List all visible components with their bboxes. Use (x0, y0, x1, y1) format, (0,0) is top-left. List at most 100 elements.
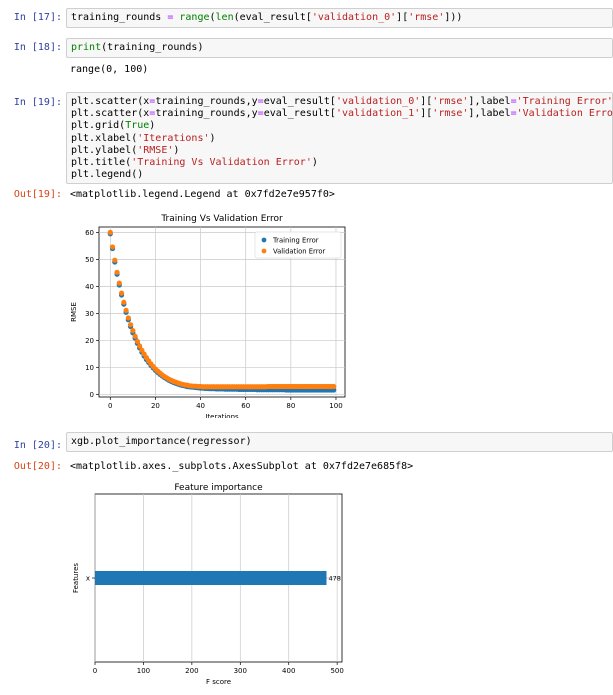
cell-17-input[interactable]: training_rounds = range(len(eval_result[… (66, 8, 613, 28)
x-tick-label: 500 (330, 667, 343, 675)
scatter-point-validation (331, 383, 337, 390)
x-tick-label: 200 (185, 667, 198, 675)
code-token: 'rmse' (432, 108, 469, 120)
code-token: ],label (468, 108, 511, 120)
scatter-chart: 0 20 40 60 80 100 0 10 20 30 40 50 60 Training Vs Val… (70, 214, 346, 418)
scatter-point-validation (107, 229, 113, 235)
code-line: training_rounds = range(len(eval_result[… (71, 12, 608, 24)
chart-title: Feature importance (174, 483, 263, 493)
cell-19-code: plt.scatter(x=training_rounds,y=eval_res… (71, 96, 613, 181)
code-token: (training_rounds) (101, 42, 204, 53)
legend-marker (261, 248, 267, 254)
code-token: ],label (468, 96, 511, 107)
cell-20-out-prompt: Out[20]: (13, 461, 62, 472)
scatter-point-validation (121, 299, 127, 305)
code-line: plt.grid(True) (71, 120, 608, 132)
y-tick-label: 60 (85, 229, 94, 237)
y-tick-label: 10 (85, 364, 94, 372)
code-token: ) (173, 144, 180, 156)
scatter-point-validation (116, 280, 122, 286)
cell-19-output: <matplotlib.legend.Legend at 0x7fd2e7e95… (70, 189, 335, 200)
code-token: training_rounds,y (155, 96, 258, 107)
code-token: plt.xlabel( (71, 132, 138, 144)
code-token: range (179, 12, 210, 23)
cell-19-prompt: In [19]: (13, 97, 62, 108)
x-tick-label: 60 (241, 402, 250, 410)
x-axis-label: F score (206, 678, 231, 686)
scatter-point-validation (118, 290, 125, 296)
code-token: plt.title( (71, 157, 132, 169)
y-tick-label: 40 (85, 283, 94, 291)
code-token: plt.ylabel( (71, 144, 138, 156)
scatter-point-validation (123, 307, 129, 313)
x-tick-label: 40 (196, 402, 205, 410)
cell-18-prompt: In [18]: (13, 42, 62, 53)
x-tick-label: 300 (234, 667, 247, 675)
code-line: plt.scatter(x=training_rounds,y=eval_res… (71, 108, 613, 120)
x-tick-label: 80 (286, 402, 295, 410)
code-token: 'Training Error' (516, 96, 613, 107)
code-token: xgb.plot_importance(regressor) (71, 436, 252, 447)
y-tick-label: x (86, 575, 90, 583)
code-token: 'rmse' (408, 12, 445, 23)
cell-19-input[interactable]: plt.scatter(x=training_rounds,y=eval_res… (66, 92, 613, 184)
code-token: 'validation_1' (335, 108, 421, 120)
scatter-point-validation (132, 333, 138, 339)
scatter-point-validation (112, 257, 118, 263)
code-line: plt.xlabel('Iterations') (71, 133, 608, 145)
scatter-point-validation (109, 244, 116, 250)
code-token: ][ (420, 96, 433, 107)
y-tick-label: 50 (85, 256, 94, 264)
code-token: 'Training Vs Validation Error' (131, 157, 312, 169)
code-line: print(training_rounds) (71, 42, 608, 54)
cell-18-input[interactable]: print(training_rounds) (66, 38, 613, 58)
code-token: len (215, 12, 234, 23)
cell-18-output: range(0, 100) (70, 64, 149, 75)
code-token: plt.scatter(x (71, 108, 150, 120)
code-token: ) (209, 132, 216, 144)
chart-title: Training Vs Validation Error (160, 214, 283, 224)
legend-label: Training Error (272, 237, 319, 245)
scatter-point-validation (114, 269, 120, 275)
y-axis-label: Features (72, 563, 80, 593)
cell-17-code: training_rounds = range(len(eval_result[… (71, 12, 608, 24)
x-tick-label: 100 (137, 667, 150, 675)
cell-20-output: <matplotlib.axes._subplots.AxesSubplot a… (70, 461, 414, 472)
cell-17-prompt: In [17]: (13, 12, 62, 23)
code-line: xgb.plot_importance(regressor) (71, 436, 608, 448)
legend-label: Validation Error (273, 248, 325, 256)
cell-19-out-prompt: Out[19]: (13, 189, 62, 200)
x-axis-label: Iterations (205, 413, 239, 418)
code-token: plt.grid( (71, 120, 126, 132)
code-token: 'rmse' (432, 96, 469, 107)
code-line: plt.ylabel('RMSE') (71, 145, 608, 157)
code-token: True (125, 120, 150, 132)
legend-marker (261, 237, 267, 243)
code-token: 'validation_0' (311, 12, 397, 23)
code-token: plt.legend() (71, 169, 144, 181)
x-tick-label: 400 (282, 667, 295, 675)
code-token: (eval_result[ (233, 12, 312, 23)
scatter-point-validation (125, 315, 131, 321)
code-token: plt.scatter(x (71, 96, 150, 107)
importance-chart: 0 100 200 300 400 500 x 478 Feature importance F … (72, 483, 344, 686)
x-tick-label: 20 (151, 402, 160, 410)
code-token: eval_result[ (263, 108, 336, 120)
code-token: eval_result[ (263, 96, 336, 107)
cell-18-code: print(training_rounds) (71, 42, 608, 54)
code-line: plt.scatter(x=training_rounds,y=eval_res… (71, 96, 613, 108)
y-tick-label: 20 (85, 337, 94, 345)
y-tick-label: 0 (90, 391, 94, 399)
code-token: 'Validation Error' (516, 108, 613, 120)
code-token: ) (149, 120, 156, 132)
cell-20-code: xgb.plot_importance(regressor) (71, 436, 608, 448)
scatter-point-validation (130, 328, 136, 334)
code-token: print (71, 42, 102, 53)
cell-20-input[interactable]: xgb.plot_importance(regressor) (66, 432, 613, 452)
code-token: 'Iterations' (137, 132, 210, 144)
code-token: training_rounds (71, 12, 168, 23)
importance-bar (95, 571, 327, 585)
cell-20-prompt: In [20]: (13, 440, 62, 451)
scatter-point-validation (127, 322, 134, 328)
scatter-point-validation (134, 338, 140, 345)
